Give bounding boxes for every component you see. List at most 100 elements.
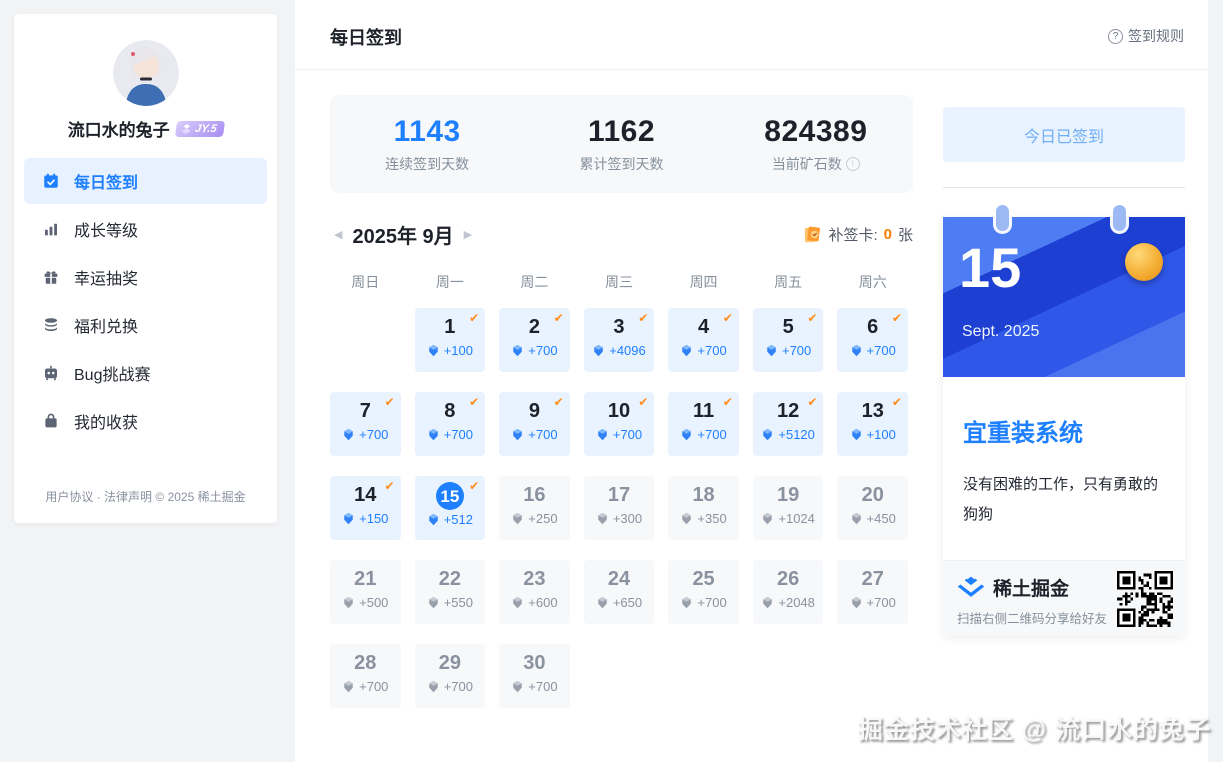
calendar-day-15[interactable]: ✔ 15 +512 (415, 476, 486, 540)
day-reward: +512 (415, 512, 486, 527)
ore-icon (596, 512, 609, 525)
sidebar-item-my-harvest[interactable]: 我的收获 (24, 398, 267, 444)
sidebar-item-bug-challenge[interactable]: Bug挑战赛 (24, 350, 267, 396)
day-number: 19 (753, 482, 824, 509)
welfare-exchange-icon (42, 316, 60, 334)
day-reward: +4096 (584, 343, 655, 358)
growth-level-icon (42, 220, 60, 238)
sidebar-item-label: 我的收获 (74, 409, 138, 433)
ore-icon (511, 428, 524, 441)
signin-rules-link[interactable]: ? 签到规则 (1108, 26, 1184, 46)
day-reward: +650 (584, 595, 655, 610)
weekday-header: 周日周一周二周三周四周五周六 (330, 272, 908, 292)
check-icon: ✔ (469, 395, 479, 409)
sidebar-item-lucky-draw[interactable]: 幸运抽奖 (24, 254, 267, 300)
weekday-label: 周四 (668, 272, 739, 292)
ore-icon (342, 596, 355, 609)
calendar-day-4[interactable]: ✔ 4 +700 (668, 308, 739, 372)
day-number: 25 (668, 566, 739, 593)
stat-label: 当前矿石数! (719, 154, 913, 174)
calendar-day-29[interactable]: 29 +700 (415, 644, 486, 708)
ore-icon (427, 513, 440, 526)
calendar-day-8[interactable]: ✔ 8 +700 (415, 392, 486, 456)
calendar-day-28[interactable]: 28 +700 (330, 644, 401, 708)
day-reward: +300 (584, 511, 655, 526)
calendar-day-23[interactable]: 23 +600 (499, 560, 570, 624)
calendar-day-16[interactable]: 16 +250 (499, 476, 570, 540)
day-number: 26 (753, 566, 824, 593)
calendar-day-14[interactable]: ✔ 14 +150 (330, 476, 401, 540)
sidebar: 流口水的兔子 JY.5 每日签到 成长等级 幸运抽奖 福利兑换 Bug挑战赛 (14, 14, 277, 523)
calendar-day-6[interactable]: ✔ 6 +700 (837, 308, 908, 372)
calendar-day-10[interactable]: ✔ 10 +700 (584, 392, 655, 456)
ore-icon (511, 680, 524, 693)
day-reward: +700 (499, 343, 570, 358)
day-reward: +700 (668, 343, 739, 358)
day-reward: +250 (499, 511, 570, 526)
calendar-day-13[interactable]: ✔ 13 +100 (837, 392, 908, 456)
signin-calendar: ✔ 1 +100 ✔ 2 +700 ✔ 3 +4096 ✔ 4 +700 ✔ 5… (330, 308, 908, 708)
day-reward: +1024 (753, 511, 824, 526)
ore-icon (427, 680, 440, 693)
calendar-day-19[interactable]: 19 +1024 (753, 476, 824, 540)
date-card-header: 15 Sept. 2025 (943, 217, 1185, 377)
day-reward: +700 (330, 427, 401, 442)
ore-icon (765, 344, 778, 357)
weekday-label: 周日 (330, 272, 401, 292)
calendar-day-12[interactable]: ✔ 12 +5120 (753, 392, 824, 456)
sidebar-item-label: 成长等级 (74, 217, 138, 241)
card-day: 15 (959, 235, 1021, 300)
sidebar-item-welfare-exchange[interactable]: 福利兑换 (24, 302, 267, 348)
check-icon: ✔ (554, 311, 564, 325)
ore-icon (427, 428, 440, 441)
ore-icon (342, 680, 355, 693)
juejin-logo-icon (957, 576, 985, 599)
prev-month-arrow[interactable]: ◀ (330, 224, 346, 245)
date-card-body: 宜重装系统 没有困难的工作，只有勇敢的狗狗 (943, 377, 1185, 560)
calendar-day-9[interactable]: ✔ 9 +700 (499, 392, 570, 456)
calendar-day-18[interactable]: 18 +350 (668, 476, 739, 540)
calendar-day-27[interactable]: 27 +700 (837, 560, 908, 624)
sidebar-item-daily-signin[interactable]: 每日签到 (24, 158, 267, 204)
info-icon[interactable]: ! (846, 157, 860, 171)
day-number: 30 (499, 650, 570, 677)
calendar-day-22[interactable]: 22 +550 (415, 560, 486, 624)
calendar-day-30[interactable]: 30 +700 (499, 644, 570, 708)
calendar-day-17[interactable]: 17 +300 (584, 476, 655, 540)
ore-icon (342, 428, 355, 441)
calendar-day-24[interactable]: 24 +650 (584, 560, 655, 624)
day-reward: +350 (668, 511, 739, 526)
calendar-day-2[interactable]: ✔ 2 +700 (499, 308, 570, 372)
sidebar-item-label: Bug挑战赛 (74, 361, 150, 385)
next-month-arrow[interactable]: ▶ (460, 224, 476, 245)
calendar-day-21[interactable]: 21 +500 (330, 560, 401, 624)
check-icon: ✔ (385, 395, 395, 409)
calendar-day-7[interactable]: ✔ 7 +700 (330, 392, 401, 456)
ore-icon (427, 344, 440, 357)
calendar-day-11[interactable]: ✔ 11 +700 (668, 392, 739, 456)
calendar-day-26[interactable]: 26 +2048 (753, 560, 824, 624)
calendar-day-3[interactable]: ✔ 3 +4096 (584, 308, 655, 372)
signin-button[interactable]: 今日已签到 (943, 107, 1185, 162)
stat-block: 1162 累计签到天数 (524, 115, 718, 174)
signin-stats: 1143 连续签到天数 1162 累计签到天数 824389 当前矿石数! (330, 95, 913, 193)
calendar-day-5[interactable]: ✔ 5 +700 (753, 308, 824, 372)
question-icon: ? (1108, 29, 1123, 44)
main-header: 每日签到 ? 签到规则 (295, 0, 1208, 70)
day-number: 28 (330, 650, 401, 677)
calendar-day-25[interactable]: 25 +700 (668, 560, 739, 624)
card-quote: 没有困难的工作，只有勇敢的狗狗 (963, 470, 1165, 530)
lucky-draw-icon (42, 268, 60, 286)
sidebar-item-growth-level[interactable]: 成长等级 (24, 206, 267, 252)
avatar[interactable] (113, 40, 179, 106)
calendar-day-20[interactable]: 20 +450 (837, 476, 908, 540)
day-reward: +550 (415, 595, 486, 610)
stat-value: 824389 (719, 115, 913, 149)
sidebar-footer: 用户协议 · 法律声明 © 2025 稀土掘金 (14, 488, 277, 505)
calendar-day-1[interactable]: ✔ 1 +100 (415, 308, 486, 372)
check-icon: ✔ (723, 395, 733, 409)
day-reward: +700 (330, 679, 401, 694)
main-panel: 每日签到 ? 签到规则 1143 连续签到天数 1162 累计签到天数 8243… (295, 0, 1208, 762)
ore-icon (511, 512, 524, 525)
calendar-check-icon (42, 172, 60, 190)
